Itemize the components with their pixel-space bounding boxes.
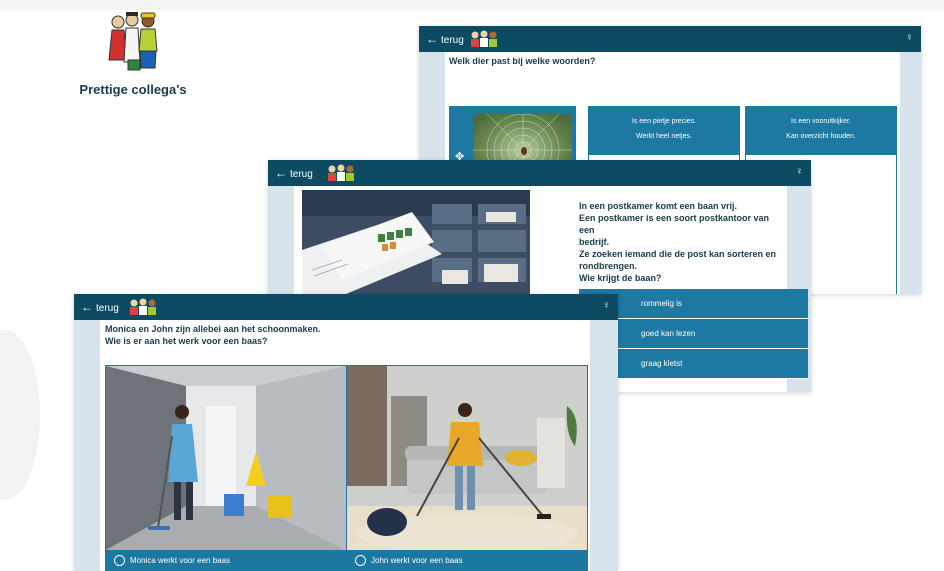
option-1-line-2: Werkt heel netjes. [636, 133, 692, 140]
question-line-3: bedrijf. [579, 237, 610, 247]
arrow-left-icon: ← [275, 166, 287, 180]
cleaning-hallway-photo [106, 366, 346, 550]
radio-button[interactable] [114, 555, 125, 566]
content-area: Monica en John zijn allebei aan het scho… [100, 320, 590, 571]
question-text: Welk dier past bij welke woorden? [449, 56, 596, 66]
choice-text: Monica werkt voor een baas [130, 556, 231, 565]
lightbulb-icon[interactable]: ♀ [906, 32, 914, 43]
screen-cleaning-question: ← terug ♀ Monica en John zijn allebei aan… [74, 294, 618, 571]
question-text: In een postkamer komt een baan vrij. Een… [579, 200, 784, 284]
back-button[interactable]: ← terug [275, 166, 313, 180]
choice-label-monica[interactable]: Monica werkt voor een baas [106, 550, 346, 571]
app-topbar: ← terug ♀ [419, 26, 921, 52]
colleagues-logo [108, 12, 158, 71]
choice-label-john[interactable]: John werkt voor een baas [347, 550, 587, 571]
question-line-4: Ze zoeken iemand die de post kan sortere… [579, 249, 777, 259]
app-topbar: ← terug ♀ [268, 160, 811, 186]
question-text: Monica en John zijn allebei aan het scho… [105, 323, 585, 347]
top-strip [0, 0, 944, 10]
back-label: terug [441, 35, 464, 46]
lightbulb-icon[interactable]: ♀ [796, 166, 804, 177]
back-button[interactable]: ← terug [426, 32, 464, 46]
choice-card-monica[interactable]: Monica werkt voor een baas [105, 365, 347, 571]
radio-button[interactable] [355, 555, 366, 566]
back-label: terug [96, 303, 119, 314]
people-icon [471, 30, 497, 47]
app-topbar: ← terug ♀ [74, 294, 618, 320]
arrow-left-icon: ← [81, 300, 93, 314]
background-glow [0, 330, 40, 500]
option-2-line-1: Is een vooruitkijker. [791, 118, 851, 125]
question-line-1: Monica en John zijn allebei aan het scho… [105, 324, 321, 334]
lightbulb-icon[interactable]: ♀ [603, 300, 611, 311]
mail-sorting-photo [302, 190, 530, 294]
question-line-2: Een postkamer is een soort postkantoor v… [579, 213, 770, 235]
option-1-text: Is een pietje precies. Werkt heel netjes… [589, 107, 739, 155]
question-line-2: Wie is er aan het werk voor een baas? [105, 336, 268, 346]
vacuuming-livingroom-photo [347, 366, 587, 554]
back-button[interactable]: ← terug [81, 300, 119, 314]
people-icon [130, 298, 156, 315]
option-2-text: Is een vooruitkijker. Kan overzicht houd… [746, 107, 896, 155]
question-line-1: In een postkamer komt een baan vrij. [579, 201, 738, 211]
back-label: terug [290, 169, 313, 180]
choice-text: John werkt voor een baas [371, 556, 463, 565]
question-line-6: Wie krijgt de baan? [579, 273, 662, 283]
question-line-5: rondbrengen. [579, 261, 637, 271]
option-1-line-1: Is een pietje precies. [631, 118, 697, 125]
page-title: Prettige collega's [79, 82, 187, 97]
arrow-left-icon: ← [426, 32, 438, 46]
choice-card-john[interactable]: John werkt voor een baas [346, 365, 588, 571]
people-icon [328, 164, 354, 181]
option-2-line-2: Kan overzicht houden. [786, 133, 856, 140]
